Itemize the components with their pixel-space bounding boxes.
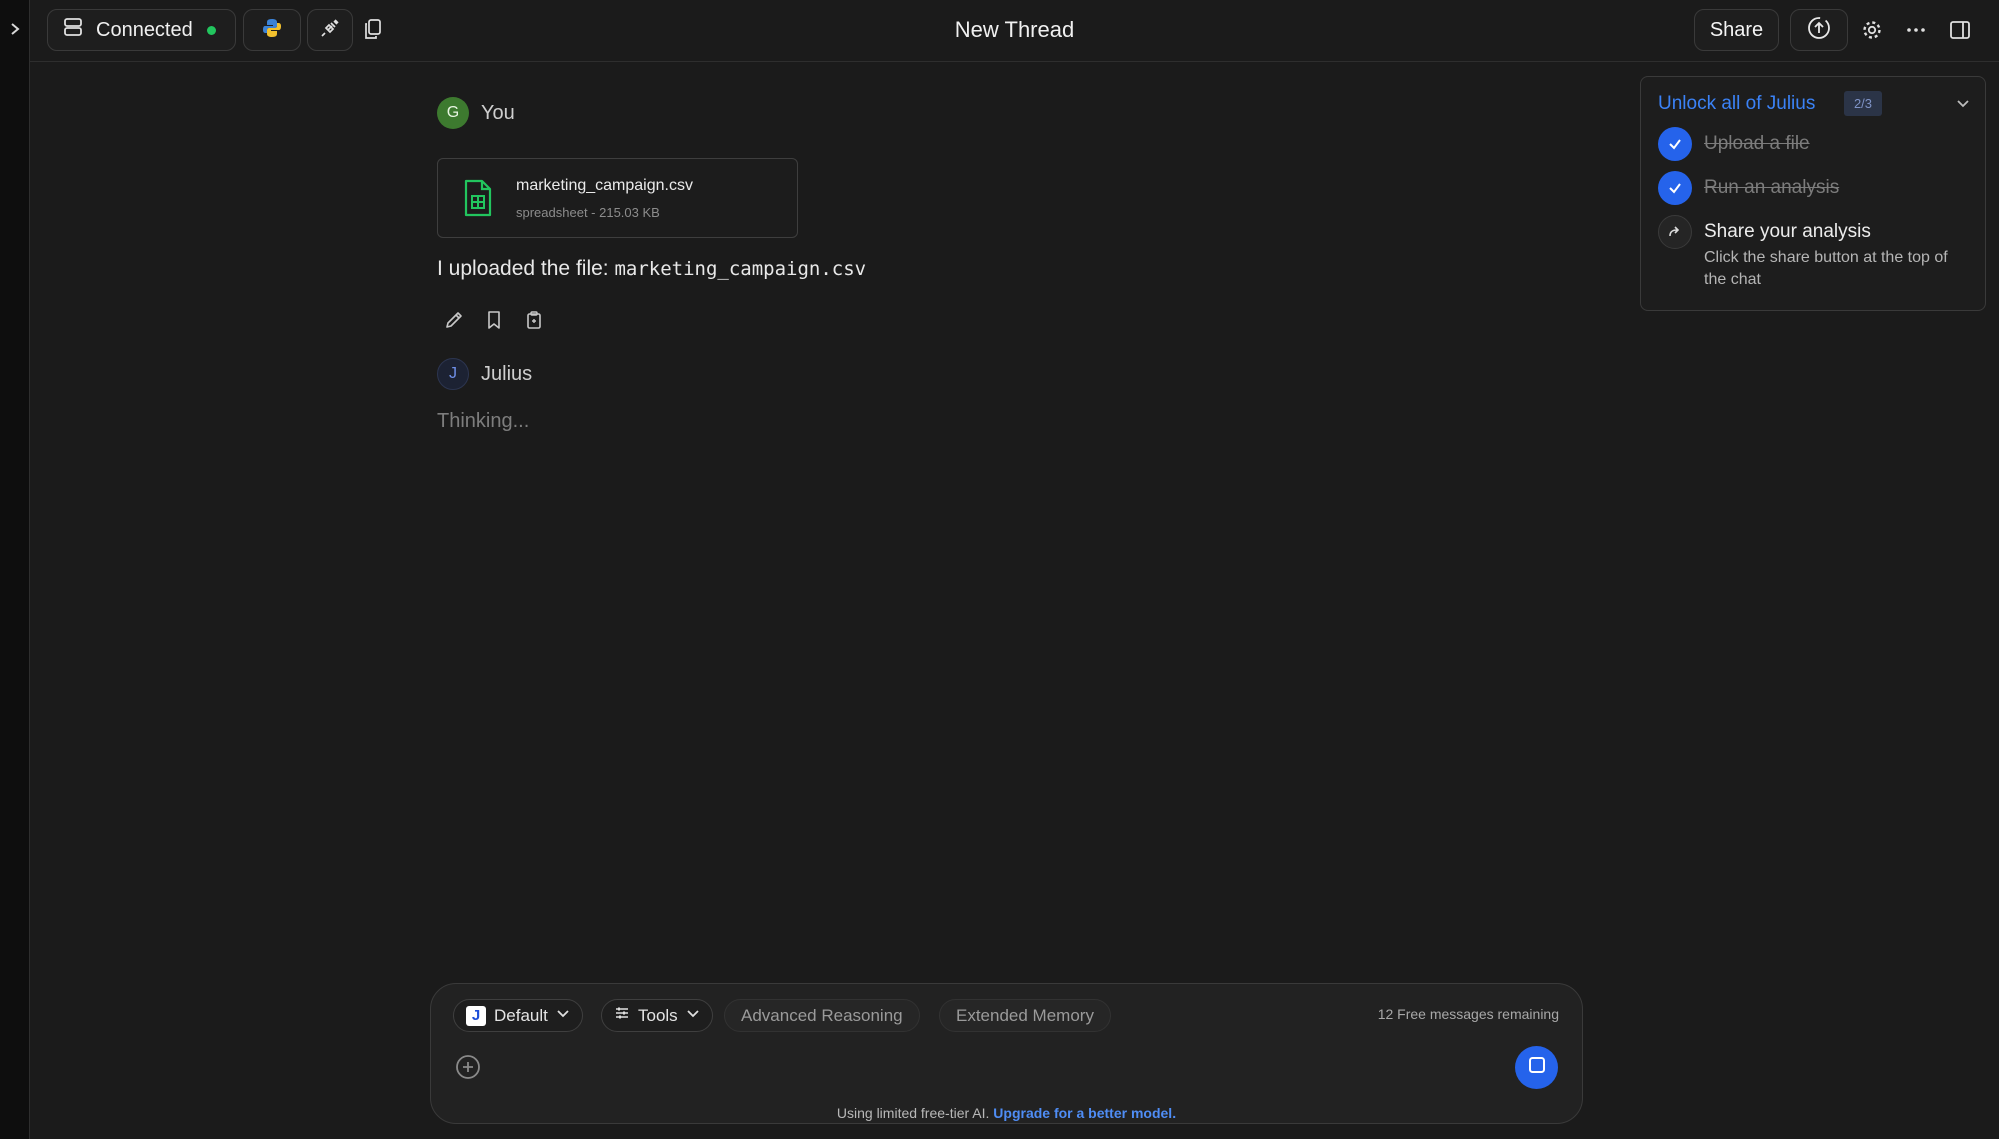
ellipsis-icon[interactable] xyxy=(1905,19,1927,46)
advanced-reasoning-toggle[interactable]: Advanced Reasoning xyxy=(724,999,920,1032)
tier-notice-text: Using limited free-tier AI. xyxy=(836,1105,990,1121)
free-messages-count: 12 Free messages remaining xyxy=(1377,1006,1559,1022)
pencil-icon[interactable] xyxy=(444,310,464,335)
bookmark-icon[interactable] xyxy=(484,310,504,335)
upload-icon xyxy=(1806,15,1832,46)
stop-button[interactable] xyxy=(1515,1046,1558,1089)
user-message-text: I uploaded the file: marketing_campaign.… xyxy=(437,257,866,281)
step-upload-file: Upload a file xyxy=(1658,127,1810,161)
unlock-title[interactable]: Unlock all of Julius xyxy=(1658,93,1815,115)
avatar: G xyxy=(437,97,469,129)
top-bar: Connected New Thread Share xyxy=(30,0,1999,62)
sliders-icon xyxy=(614,1005,630,1026)
stop-icon xyxy=(1528,1056,1546,1079)
publish-button[interactable] xyxy=(1790,9,1848,51)
step-label: Upload a file xyxy=(1704,133,1810,154)
step-run-analysis: Run an analysis xyxy=(1658,171,1839,205)
message-file-name: marketing_campaign.csv xyxy=(614,258,867,280)
chevron-down-icon[interactable] xyxy=(1956,97,1970,116)
unlock-panel: Unlock all of Julius 2/3 Upload a file R… xyxy=(1640,76,1986,311)
chevron-right-icon[interactable] xyxy=(8,22,22,36)
collapsed-sidebar xyxy=(0,0,30,1139)
check-icon xyxy=(1658,127,1692,161)
chevron-down-icon xyxy=(556,1006,570,1026)
spreadsheet-icon xyxy=(462,179,494,222)
gear-icon[interactable] xyxy=(1861,19,1883,46)
message-prefix: I uploaded the file: xyxy=(437,257,615,280)
assistant-status: Thinking... xyxy=(437,410,530,432)
user-name: You xyxy=(481,101,515,124)
chevron-down-icon xyxy=(686,1006,700,1026)
model-label: Default xyxy=(494,1005,548,1025)
file-name: marketing_campaign.csv xyxy=(516,177,693,194)
tools-selector[interactable]: Tools xyxy=(601,999,713,1032)
sidebar-panel-icon[interactable] xyxy=(1949,19,1971,46)
step-description: Click the share button at the top of the… xyxy=(1704,249,1948,288)
clipboard-icon[interactable] xyxy=(524,310,544,335)
assistant-name: Julius xyxy=(481,362,533,385)
step-label: Run an analysis xyxy=(1704,177,1840,198)
tier-notice: Using limited free-tier AI. Upgrade for … xyxy=(431,1105,1582,1121)
plus-circle-icon[interactable] xyxy=(455,1054,481,1085)
message-actions xyxy=(444,310,544,335)
julius-logo-icon: J xyxy=(466,1005,486,1026)
model-selector[interactable]: J Default xyxy=(453,999,583,1032)
upgrade-link[interactable]: Upgrade for a better model. xyxy=(993,1105,1176,1121)
step-label: Share your analysis xyxy=(1704,221,1871,242)
user-message-header: G You xyxy=(437,97,515,129)
progress-badge: 2/3 xyxy=(1844,91,1882,116)
file-meta: spreadsheet - 215.03 KB xyxy=(516,205,660,220)
extended-memory-toggle[interactable]: Extended Memory xyxy=(939,999,1111,1032)
share-arrow-icon xyxy=(1658,215,1692,249)
message-composer: J Default Tools Advanced Reasoning Exten… xyxy=(430,983,1583,1124)
check-icon xyxy=(1658,171,1692,205)
step-share-analysis[interactable]: Share your analysis Click the share butt… xyxy=(1658,215,1964,291)
share-button[interactable]: Share xyxy=(1694,9,1779,51)
file-attachment-card[interactable]: marketing_campaign.csv spreadsheet - 215… xyxy=(437,158,798,238)
assistant-message-header: J Julius xyxy=(437,358,532,390)
avatar: J xyxy=(437,358,469,390)
tools-label: Tools xyxy=(638,1005,678,1025)
